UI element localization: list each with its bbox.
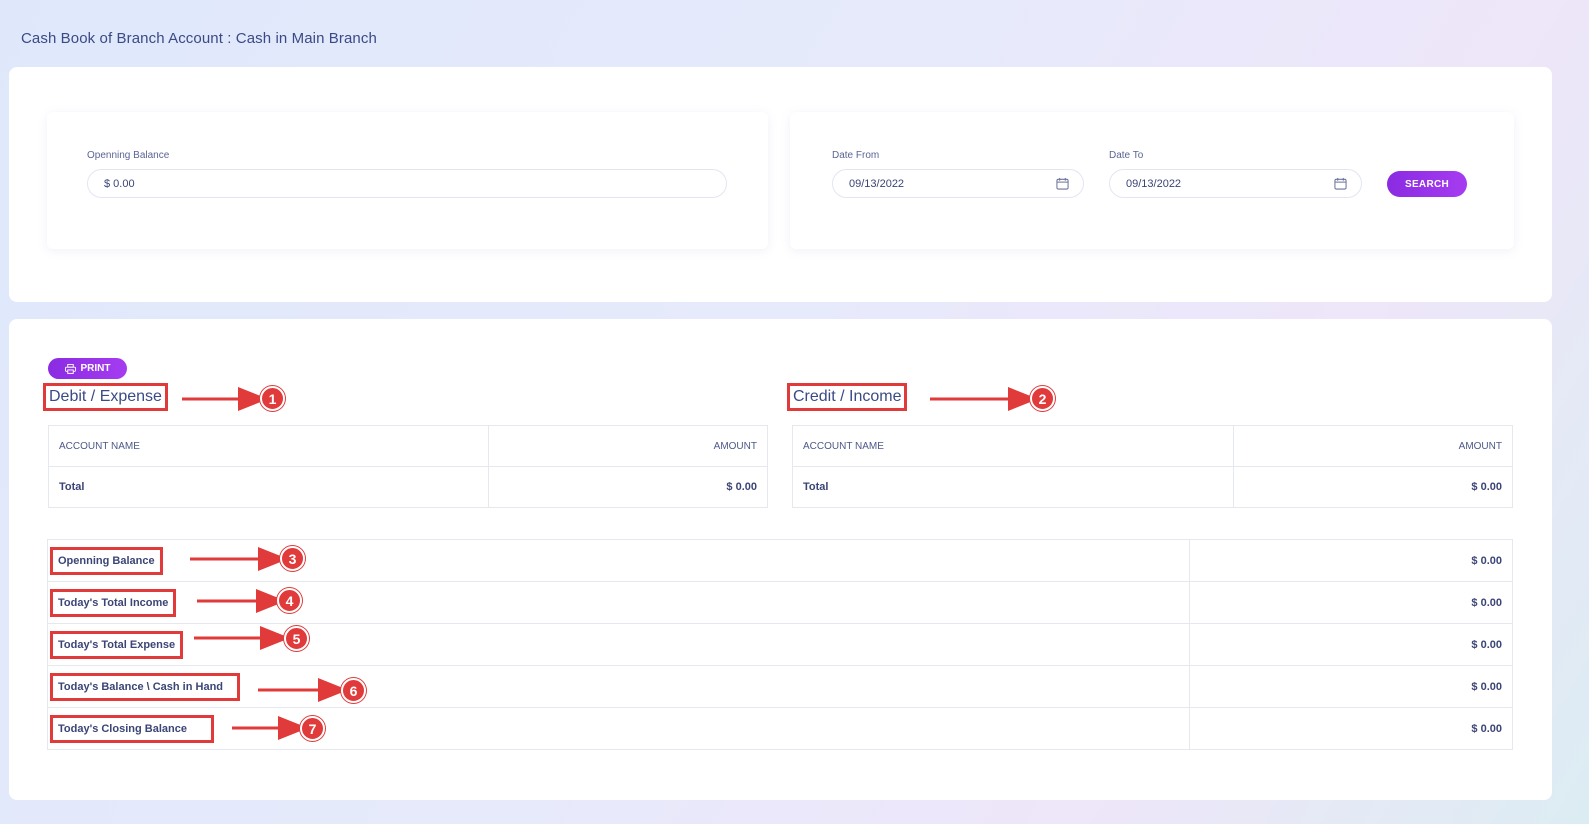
annotation-badge-6: 6 xyxy=(341,678,366,703)
annotation-badge-5: 5 xyxy=(284,626,309,651)
annotation-badge-2: 2 xyxy=(1030,386,1055,411)
annotation-badge-7: 7 xyxy=(300,716,325,741)
annotation-badge-4: 4 xyxy=(277,588,302,613)
annotation-badge-3: 3 xyxy=(280,546,305,571)
annotation-badge-1: 1 xyxy=(260,386,285,411)
annotation-arrows xyxy=(182,387,1038,740)
